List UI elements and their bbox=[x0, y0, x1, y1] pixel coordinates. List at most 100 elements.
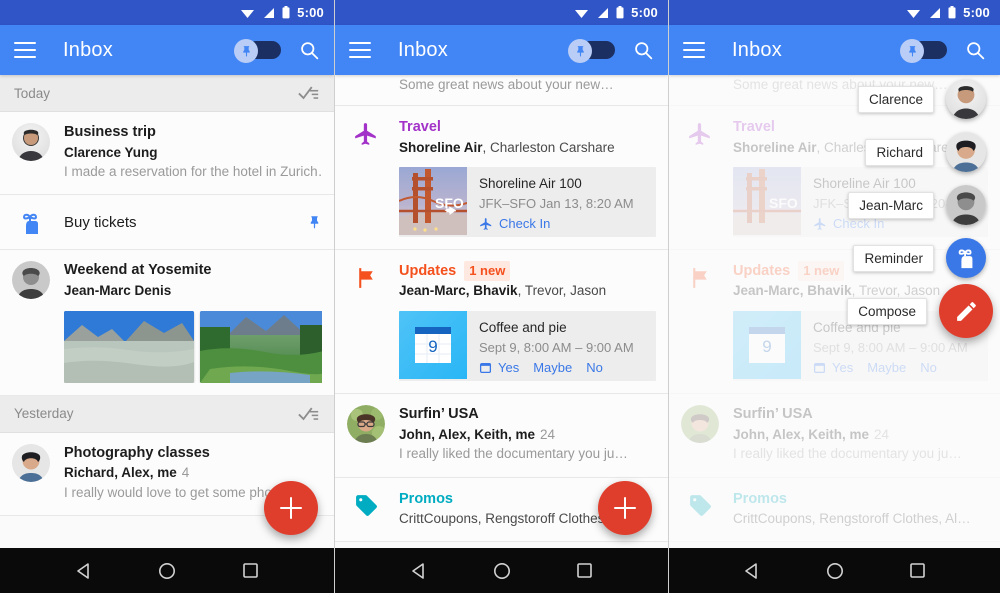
done-all-icon[interactable] bbox=[298, 85, 320, 101]
tag-icon bbox=[347, 489, 385, 530]
avatar bbox=[12, 123, 50, 161]
check-in-action[interactable]: Check In bbox=[499, 216, 550, 231]
list-item-snippet: Some great news about your new… bbox=[399, 77, 614, 92]
rsvp-no-action[interactable]: No bbox=[586, 360, 603, 375]
list-item[interactable]: Surfin’ USA John, Alex, Keith, me 24 I re… bbox=[335, 394, 668, 478]
phone-screen-2: 5:00 Inbox Some great news about your ne… bbox=[334, 0, 668, 593]
avatar bbox=[12, 443, 50, 482]
pin-toggle[interactable] bbox=[568, 39, 615, 63]
hamburger-menu-icon[interactable] bbox=[349, 42, 371, 58]
recents-square-icon[interactable] bbox=[242, 562, 259, 579]
wifi-icon bbox=[907, 9, 921, 18]
airplane-icon bbox=[347, 117, 385, 237]
home-circle-icon[interactable] bbox=[158, 562, 176, 580]
page-title: Inbox bbox=[398, 38, 448, 61]
bundle-label: Updates 1 new bbox=[399, 261, 656, 282]
hamburger-menu-icon[interactable] bbox=[683, 42, 705, 58]
back-triangle-icon[interactable] bbox=[410, 562, 428, 580]
message-count: 24 bbox=[540, 426, 556, 442]
status-bar-time: 5:00 bbox=[631, 5, 658, 20]
card-title: Shoreline Air 100 bbox=[479, 175, 582, 191]
pencil-icon[interactable] bbox=[939, 284, 993, 338]
event-card[interactable]: 9 Coffee and pie Sept 9, 8:00 AM – 9:00 … bbox=[399, 310, 656, 382]
android-nav-bar bbox=[335, 548, 668, 593]
list-item-partial[interactable]: Some great news about your new… bbox=[335, 75, 668, 107]
battery-icon bbox=[282, 6, 290, 19]
svg-text:SFO: SFO bbox=[435, 195, 464, 211]
speed-dial-label: Jean-Marc bbox=[848, 191, 934, 219]
hamburger-menu-icon[interactable] bbox=[14, 42, 36, 58]
search-icon[interactable] bbox=[965, 40, 986, 61]
sfo-golden-gate-thumb: SFO bbox=[399, 166, 468, 235]
status-bar: 5:00 bbox=[669, 0, 1000, 25]
battery-icon bbox=[948, 6, 956, 19]
screenshot-root: 5:00 Inbox Today Business trip Clarence … bbox=[0, 0, 1000, 593]
speed-dial-item-compose[interactable]: Compose bbox=[847, 284, 993, 338]
plus-icon bbox=[280, 497, 302, 519]
card-actions: Yes Maybe No bbox=[479, 360, 634, 375]
android-nav-bar bbox=[0, 548, 334, 593]
search-icon[interactable] bbox=[299, 40, 320, 61]
bundle-senders: Shoreline Air, Charleston Carshare bbox=[399, 139, 615, 155]
photo-strip[interactable] bbox=[64, 310, 322, 383]
list-item-snippet: I really liked the documentary you ju… bbox=[399, 446, 628, 462]
back-triangle-icon[interactable] bbox=[743, 562, 761, 580]
avatar-jeanmarc[interactable] bbox=[946, 185, 986, 225]
travel-card[interactable]: SFO Shoreline Air 100 JFK–SFO Jan 13, 8:… bbox=[399, 166, 656, 238]
recents-square-icon[interactable] bbox=[576, 562, 593, 579]
list-item-sender: Jean-Marc Denis bbox=[64, 282, 172, 298]
pin-toggle[interactable] bbox=[234, 39, 281, 63]
signal-icon bbox=[930, 7, 941, 18]
compose-fab[interactable] bbox=[264, 481, 318, 535]
inbox-list-2[interactable]: Some great news about your new… Travel S… bbox=[335, 75, 668, 548]
list-item-photos[interactable]: Weekend at Yosemite Jean-Marc Denis bbox=[0, 250, 334, 396]
bundle-travel[interactable]: Travel Shoreline Air, Charleston Carshar… bbox=[335, 106, 668, 251]
avatar-clarence[interactable] bbox=[946, 79, 986, 119]
wifi-icon bbox=[575, 9, 589, 18]
rsvp-yes-action[interactable]: Yes bbox=[498, 360, 519, 375]
avatar bbox=[12, 261, 50, 300]
speed-dial-label: Reminder bbox=[853, 244, 934, 272]
app-bar: Inbox bbox=[335, 25, 668, 75]
speed-dial-menu: Clarence Richard Jean-Marc Reminder Comp… bbox=[669, 75, 1000, 548]
list-item[interactable]: Business trip Clarence Yung I made a res… bbox=[0, 112, 334, 196]
status-bar: 5:00 bbox=[0, 0, 334, 25]
pin-toggle[interactable] bbox=[900, 39, 947, 63]
bundle-label: Travel bbox=[399, 119, 441, 136]
signal-icon bbox=[264, 7, 275, 18]
list-item-reminder[interactable]: Buy tickets bbox=[0, 195, 334, 251]
home-circle-icon[interactable] bbox=[493, 562, 511, 580]
photo-tenaya-lake[interactable] bbox=[64, 310, 194, 383]
list-item-title: Business trip bbox=[64, 124, 156, 140]
rsvp-maybe-action[interactable]: Maybe bbox=[533, 360, 572, 375]
avatar-richard[interactable] bbox=[946, 132, 986, 172]
reminder-title: Buy tickets bbox=[64, 213, 137, 231]
home-circle-icon[interactable] bbox=[826, 562, 844, 580]
bundle-updates[interactable]: Updates 1 new Jean-Marc, Bhavik, Trevor,… bbox=[335, 250, 668, 395]
compose-fab[interactable] bbox=[598, 481, 652, 535]
back-triangle-icon[interactable] bbox=[75, 562, 93, 580]
reminder-finger-string-icon[interactable] bbox=[946, 238, 986, 278]
calendar-icon-thumb: 9 bbox=[399, 310, 467, 379]
reminder-finger-string-icon bbox=[12, 208, 50, 236]
photo-mirror-lake[interactable] bbox=[200, 310, 322, 383]
speed-dial-label: Richard bbox=[865, 138, 934, 166]
speed-dial-item-reminder[interactable]: Reminder bbox=[853, 238, 986, 278]
recents-square-icon[interactable] bbox=[909, 562, 926, 579]
list-item-sender: Richard, Alex, me 4 bbox=[64, 465, 190, 481]
speed-dial-item-richard[interactable]: Richard bbox=[865, 132, 986, 172]
speed-dial-item-jeanmarc[interactable]: Jean-Marc bbox=[848, 185, 986, 225]
pin-icon bbox=[576, 45, 584, 57]
speed-dial-item-clarence[interactable]: Clarence bbox=[857, 79, 986, 119]
status-bar: 5:00 bbox=[335, 0, 668, 25]
card-subtitle: Sept 9, 8:00 AM – 9:00 AM bbox=[479, 339, 634, 355]
done-all-icon[interactable] bbox=[298, 406, 320, 422]
search-icon[interactable] bbox=[633, 40, 654, 61]
page-title: Inbox bbox=[63, 38, 113, 61]
app-bar: Inbox bbox=[669, 25, 1000, 75]
pin-icon[interactable] bbox=[307, 215, 322, 230]
calendar-icon bbox=[479, 363, 492, 374]
inbox-list-1[interactable]: Today Business trip Clarence Yung I made… bbox=[0, 75, 334, 548]
status-bar-time: 5:00 bbox=[297, 5, 324, 20]
list-item-title: Weekend at Yosemite bbox=[64, 262, 212, 279]
